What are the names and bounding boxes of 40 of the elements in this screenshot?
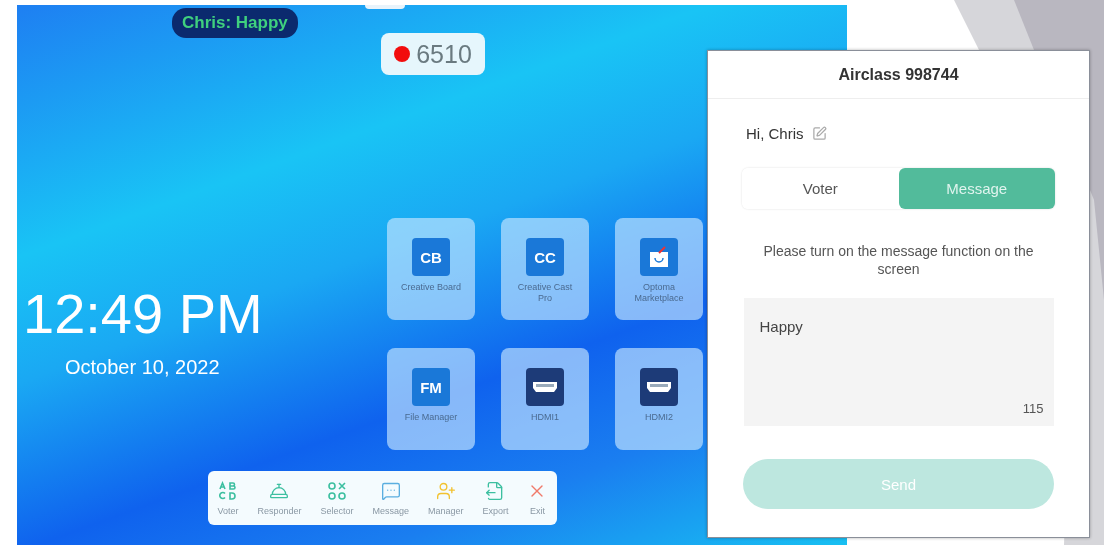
toolbar-button[interactable]: Selector bbox=[320, 480, 354, 516]
user-plus-icon bbox=[435, 480, 456, 501]
chat-message: Chris: Happy bbox=[172, 8, 298, 38]
message-icon bbox=[380, 480, 401, 501]
toolbar-button[interactable]: Exit bbox=[527, 480, 548, 516]
toolbar-button[interactable]: Responder bbox=[257, 480, 302, 516]
app-icon: CB bbox=[412, 238, 450, 276]
app-icon: FM bbox=[412, 368, 450, 406]
toolbar-button[interactable]: Manager bbox=[427, 480, 464, 516]
app-label: HDMI2 bbox=[644, 412, 674, 423]
remaining-count: 115 bbox=[1022, 401, 1044, 417]
counter-value: 6510 bbox=[416, 39, 472, 69]
app-tile[interactable]: FM File Manager bbox=[387, 348, 475, 450]
shopping-bag-icon bbox=[640, 238, 678, 276]
tab[interactable]: Voter bbox=[742, 168, 899, 209]
clock-time: 12:49 PM bbox=[23, 281, 263, 346]
greeting: Hi, Chris bbox=[746, 125, 804, 142]
app-icon: CC bbox=[526, 238, 564, 276]
clock-date: October 10, 2022 bbox=[65, 356, 220, 379]
hdmi-port-icon bbox=[526, 368, 564, 406]
toolbar-button[interactable]: Voter bbox=[217, 480, 239, 516]
toolbar-button[interactable]: Export bbox=[482, 480, 509, 516]
app-tile[interactable]: CB Creative Board bbox=[387, 218, 475, 320]
letters-icon bbox=[218, 480, 238, 501]
app-label: Optoma Marketplace bbox=[633, 282, 685, 304]
app-tile[interactable]: Optoma Marketplace bbox=[615, 218, 703, 320]
hdmi-port-icon bbox=[640, 368, 678, 406]
hint-text: Please turn on the message function on the screen bbox=[762, 242, 1035, 279]
app-tile[interactable]: HDMI1 bbox=[501, 348, 589, 450]
toolbar-button[interactable]: Message bbox=[372, 480, 409, 516]
app-tile[interactable]: HDMI2 bbox=[615, 348, 703, 450]
tab[interactable]: Message bbox=[898, 168, 1055, 209]
edit-icon[interactable] bbox=[811, 126, 827, 141]
app-label: HDMI1 bbox=[530, 412, 560, 423]
app-label: File Manager bbox=[403, 412, 459, 423]
app-label: Creative Board bbox=[400, 282, 462, 293]
selector-icon bbox=[327, 480, 347, 501]
panel-title: Airclass 998744 bbox=[708, 51, 1089, 99]
app-label: Creative Cast Pro bbox=[516, 282, 574, 304]
app-tile[interactable]: CC Creative Cast Pro bbox=[501, 218, 589, 320]
